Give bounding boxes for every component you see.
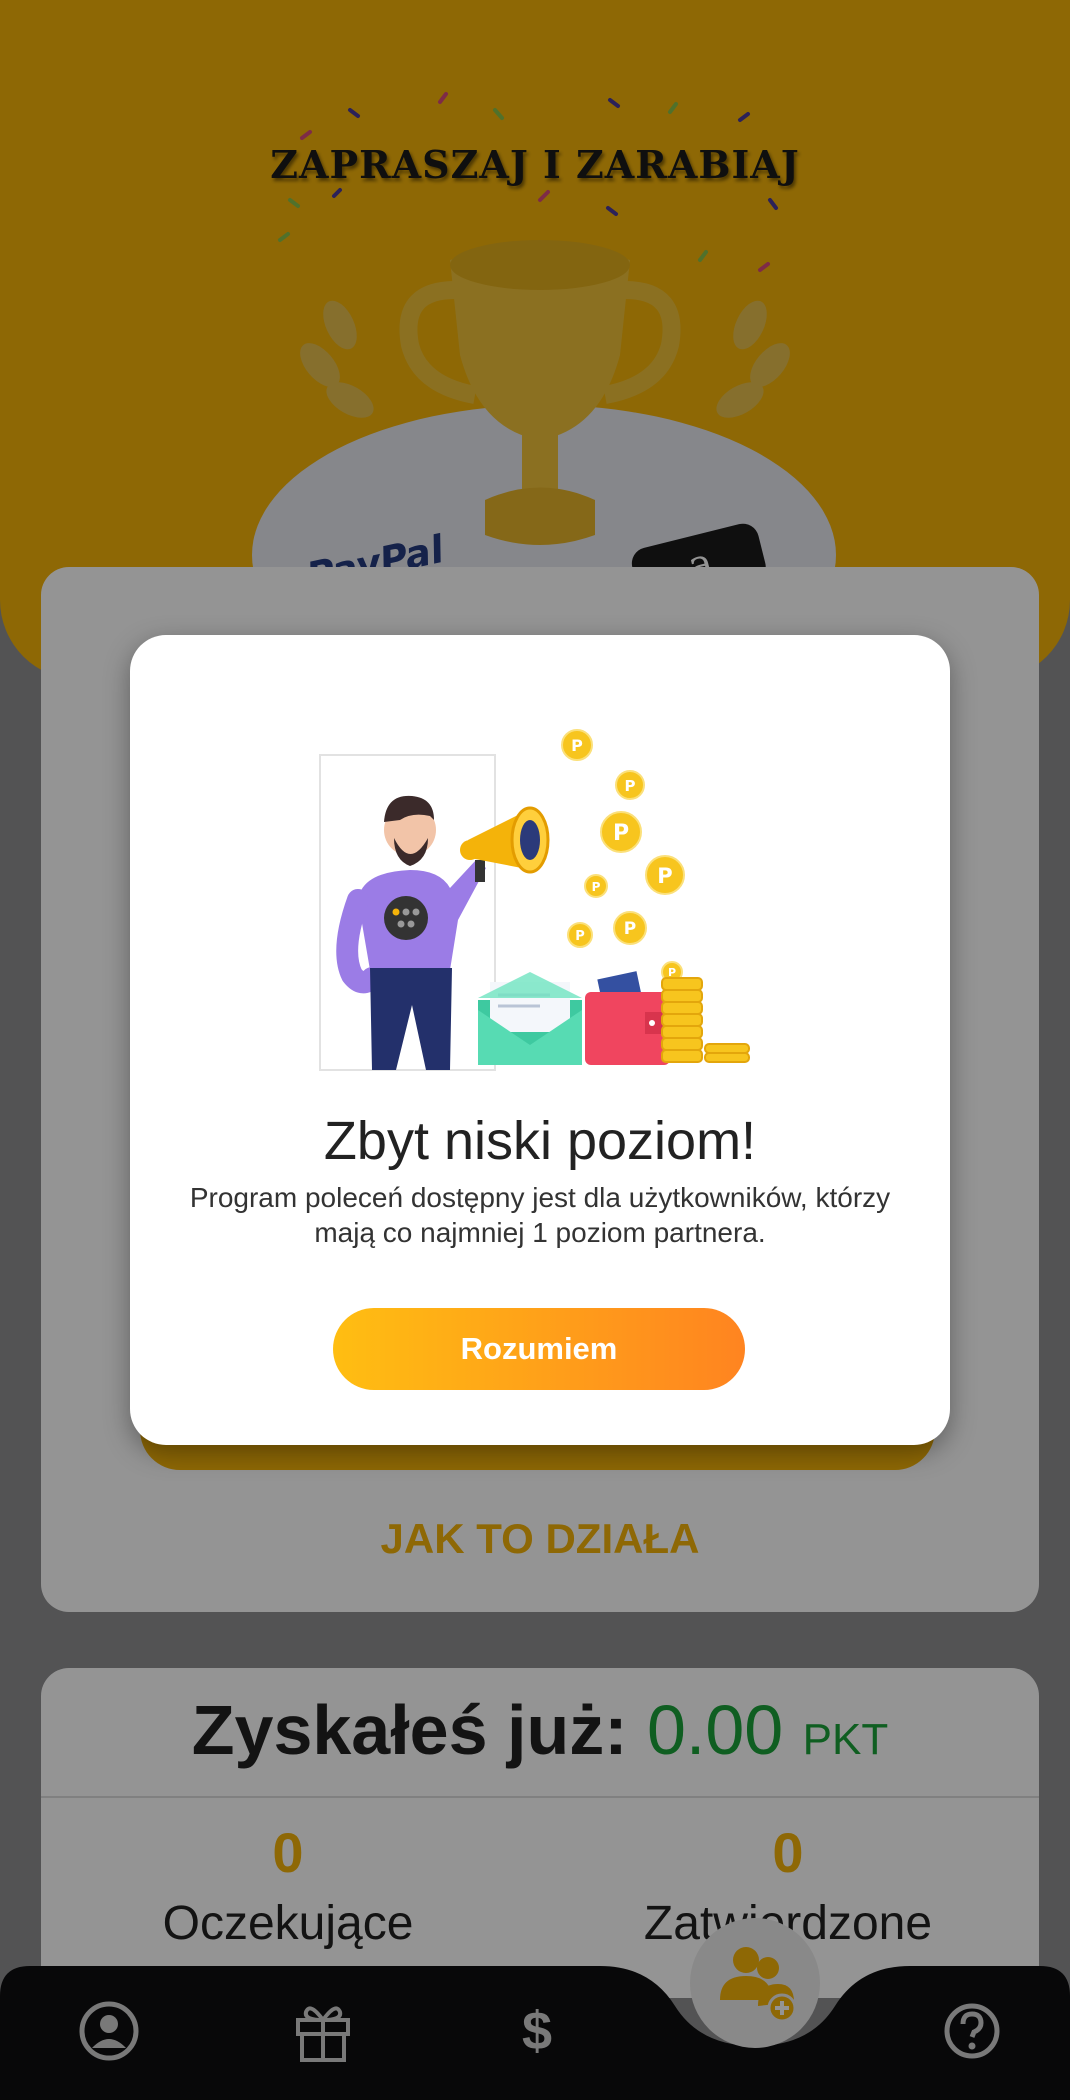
svg-text:P: P	[575, 929, 585, 944]
svg-text:P: P	[657, 864, 672, 888]
understand-button[interactable]: Rozumiem	[333, 1308, 745, 1390]
svg-text:P: P	[571, 736, 583, 755]
dialog-message: Program poleceń dostępny jest dla użytko…	[189, 1182, 891, 1248]
svg-text:P: P	[625, 777, 636, 795]
dialog-title: Zbyt niski poziom!	[323, 1111, 757, 1171]
svg-text:P: P	[624, 919, 636, 939]
svg-text:P: P	[613, 821, 629, 846]
svg-text:P: P	[592, 880, 601, 894]
megaphone-illustration: P P P P P P P P	[319, 729, 750, 1071]
